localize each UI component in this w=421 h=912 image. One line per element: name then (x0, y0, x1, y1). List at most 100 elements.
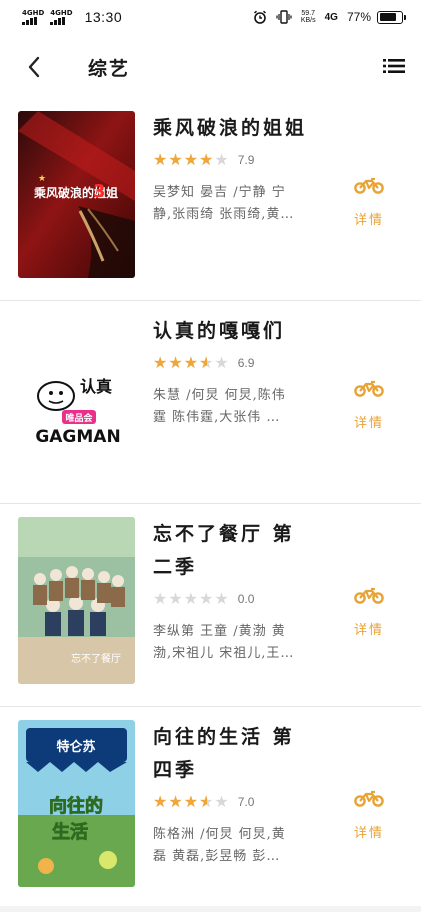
stars-filled: ★★★★★ (153, 152, 215, 168)
status-right: 59.7 KB/s 4G 77% (253, 10, 406, 24)
poster-title-text: 忘不了餐厅 (71, 652, 121, 665)
rating-score: 0.0 (237, 592, 255, 606)
signal-indicator-2: 4GHD (50, 9, 73, 25)
poster-bottom-text: 生活 (52, 821, 88, 843)
stars-filled: ★★★★★ (153, 355, 207, 371)
vibrate-icon (276, 10, 292, 24)
item-info: 忘不了餐厅 第 二季 ★★★★★ ★★★★★ 0.0 李纵第 王童 /黄渤 黄 … (153, 518, 323, 665)
detail-label: 详情 (353, 213, 384, 228)
signal-bars-icon (22, 17, 37, 25)
item-title[interactable]: 认真的嘎嘎们 (153, 315, 323, 348)
detail-label: 详情 (353, 623, 384, 638)
list-item[interactable]: 特仑苏 向往的 生活 向往的生活 第 四季 ★★★★★ ★★★★★ 7.0 陈格… (0, 707, 421, 910)
cast-line: 磊 黄磊,彭昱畅 彭… (153, 849, 281, 864)
battery-fill (379, 13, 396, 21)
svg-text:3: 3 (93, 181, 106, 202)
motorcycle-icon (354, 587, 384, 604)
list-item[interactable]: 认真 唯品会 GAGMAN 认真的嘎嘎们 ★★★★★ ★★★★★ 6.9 朱慧 … (0, 301, 421, 504)
page-title: 综艺 (88, 58, 131, 80)
status-bar: 4GHD 4GHD 13:30 59.7 KB/s 4G 77% (0, 0, 421, 34)
item-title-line: 忘不了餐厅 第 (153, 523, 295, 545)
cast-list: 陈格洲 /何炅 何炅,黄 磊 黄磊,彭昱畅 彭… (153, 824, 323, 868)
poster-image[interactable]: 忘不了餐厅 (18, 517, 135, 684)
chevron-left-icon (28, 56, 40, 78)
battery-tip (404, 14, 406, 20)
back-button[interactable] (22, 54, 46, 80)
cast-line: 吴梦知 晏吉 /宁静 宁 (153, 185, 286, 200)
item-title-line: 认真的嘎嘎们 (153, 320, 286, 342)
cast-list: 吴梦知 晏吉 /宁静 宁 静,张雨绮 张雨绮,黄… (153, 182, 323, 226)
net-speed-unit: KB/s (300, 17, 316, 24)
battery-percent: 77% (346, 10, 371, 24)
poster-gagman-art: 认真 唯品会 GAGMAN (18, 314, 135, 481)
item-title-line: 二季 (153, 556, 198, 578)
svg-text:★: ★ (38, 174, 46, 184)
cast-line: 陈格洲 /何炅 何炅,黄 (153, 827, 286, 842)
motorcycle-icon (354, 380, 384, 397)
detail-label: 详情 (353, 416, 384, 431)
alarm-icon (253, 10, 266, 24)
cast-list: 李纵第 王童 /黄渤 黄 渤,宋祖儿 宋祖儿,王… (153, 621, 323, 665)
item-title[interactable]: 忘不了餐厅 第 二季 (153, 518, 323, 584)
bottom-edge (0, 906, 421, 912)
poster-top-text: 特仑苏 (56, 739, 95, 755)
list-item[interactable]: 乘风破浪的姐姐 ★ 3 乘风破浪的姐姐 ★★★★★ ★★★★★ 7.9 吴梦知 … (0, 98, 421, 301)
poster-mid-text: 唯品会 (65, 412, 93, 424)
rating-row: ★★★★★ ★★★★★ 7.0 (153, 793, 323, 811)
poster-image[interactable]: 乘风破浪的姐姐 ★ 3 (18, 111, 135, 278)
poster-top-text: 认真 (80, 377, 112, 396)
star-rating: ★★★★★ ★★★★★ (153, 794, 230, 810)
cast-line: 朱慧 /何炅 何炅,陈伟 (153, 388, 286, 403)
battery-icon (377, 10, 406, 24)
clock: 13:30 (84, 9, 123, 25)
star-rating: ★★★★★ ★★★★★ (153, 152, 230, 168)
battery: 77% (346, 10, 406, 24)
poster-restaurant-art: 忘不了餐厅 (18, 517, 135, 684)
cast-line: 静,张雨绮 张雨绮,黄… (153, 207, 295, 222)
list-view-button[interactable] (383, 58, 405, 76)
motorcycle-icon (354, 790, 384, 807)
poster-image[interactable]: 认真 唯品会 GAGMAN (18, 314, 135, 481)
item-title[interactable]: 向往的生活 第 四季 (153, 721, 323, 787)
cast-list: 朱慧 /何炅 何炅,陈伟 霆 陈伟霆,大张伟 … (153, 385, 323, 429)
rating-score: 6.9 (237, 356, 255, 370)
item-title-line: 向往的生活 第 (153, 726, 295, 748)
poster-sisters-art: 乘风破浪的姐姐 ★ 3 (18, 111, 135, 278)
star-rating: ★★★★★ ★★★★★ (153, 591, 230, 607)
item-title-line: 四季 (153, 759, 198, 781)
item-info: 向往的生活 第 四季 ★★★★★ ★★★★★ 7.0 陈格洲 /何炅 何炅,黄 … (153, 721, 323, 868)
status-left: 4GHD 4GHD 13:30 (22, 9, 122, 25)
stars-empty: ★★★★★ (153, 589, 230, 608)
item-info: 认真的嘎嘎们 ★★★★★ ★★★★★ 6.9 朱慧 /何炅 何炅,陈伟 霆 陈伟… (153, 315, 323, 429)
rating-row: ★★★★★ ★★★★★ 0.0 (153, 590, 323, 608)
network-type: 4G (324, 11, 338, 23)
item-info: 乘风破浪的姐姐 ★★★★★ ★★★★★ 7.9 吴梦知 晏吉 /宁静 宁 静,张… (153, 112, 323, 226)
rating-row: ★★★★★ ★★★★★ 6.9 (153, 354, 323, 372)
poster-bottom-text: GAGMAN (35, 427, 120, 447)
rating-score: 7.9 (237, 153, 255, 167)
variety-show-list: 乘风破浪的姐姐 ★ 3 乘风破浪的姐姐 ★★★★★ ★★★★★ 7.9 吴梦知 … (0, 98, 421, 910)
item-title[interactable]: 乘风破浪的姐姐 (153, 112, 323, 145)
signal-bars-icon (50, 17, 66, 25)
detail-label: 详情 (353, 826, 384, 841)
header: 综艺 (0, 44, 421, 90)
detail-button[interactable]: 详情 (352, 379, 386, 431)
cast-line: 霆 陈伟霆,大张伟 … (153, 410, 281, 425)
motorcycle-icon (354, 177, 384, 194)
detail-button[interactable]: 详情 (352, 176, 386, 228)
item-title-line: 乘风破浪的姐姐 (153, 117, 308, 139)
stars-filled: ★★★★★ (153, 794, 207, 810)
list-item[interactable]: 忘不了餐厅 忘不了餐厅 第 二季 ★★★★★ ★★★★★ 0.0 李纵第 王童 … (0, 504, 421, 707)
cast-line: 李纵第 王童 /黄渤 黄 (153, 624, 286, 639)
detail-button[interactable]: 详情 (352, 586, 386, 638)
rating-row: ★★★★★ ★★★★★ 7.9 (153, 151, 323, 169)
signal-indicator-1: 4GHD (22, 9, 44, 25)
signal-label-2: 4GHD (50, 9, 73, 17)
detail-button[interactable]: 详情 (352, 789, 386, 841)
poster-image[interactable]: 特仑苏 向往的 生活 (18, 720, 135, 887)
rating-score: 7.0 (237, 795, 255, 809)
net-speed: 59.7 KB/s (301, 10, 316, 24)
star-rating: ★★★★★ ★★★★★ (153, 355, 230, 371)
poster-life-art: 特仑苏 向往的 生活 (18, 720, 135, 887)
poster-mid-text: 向往的 (49, 795, 103, 817)
